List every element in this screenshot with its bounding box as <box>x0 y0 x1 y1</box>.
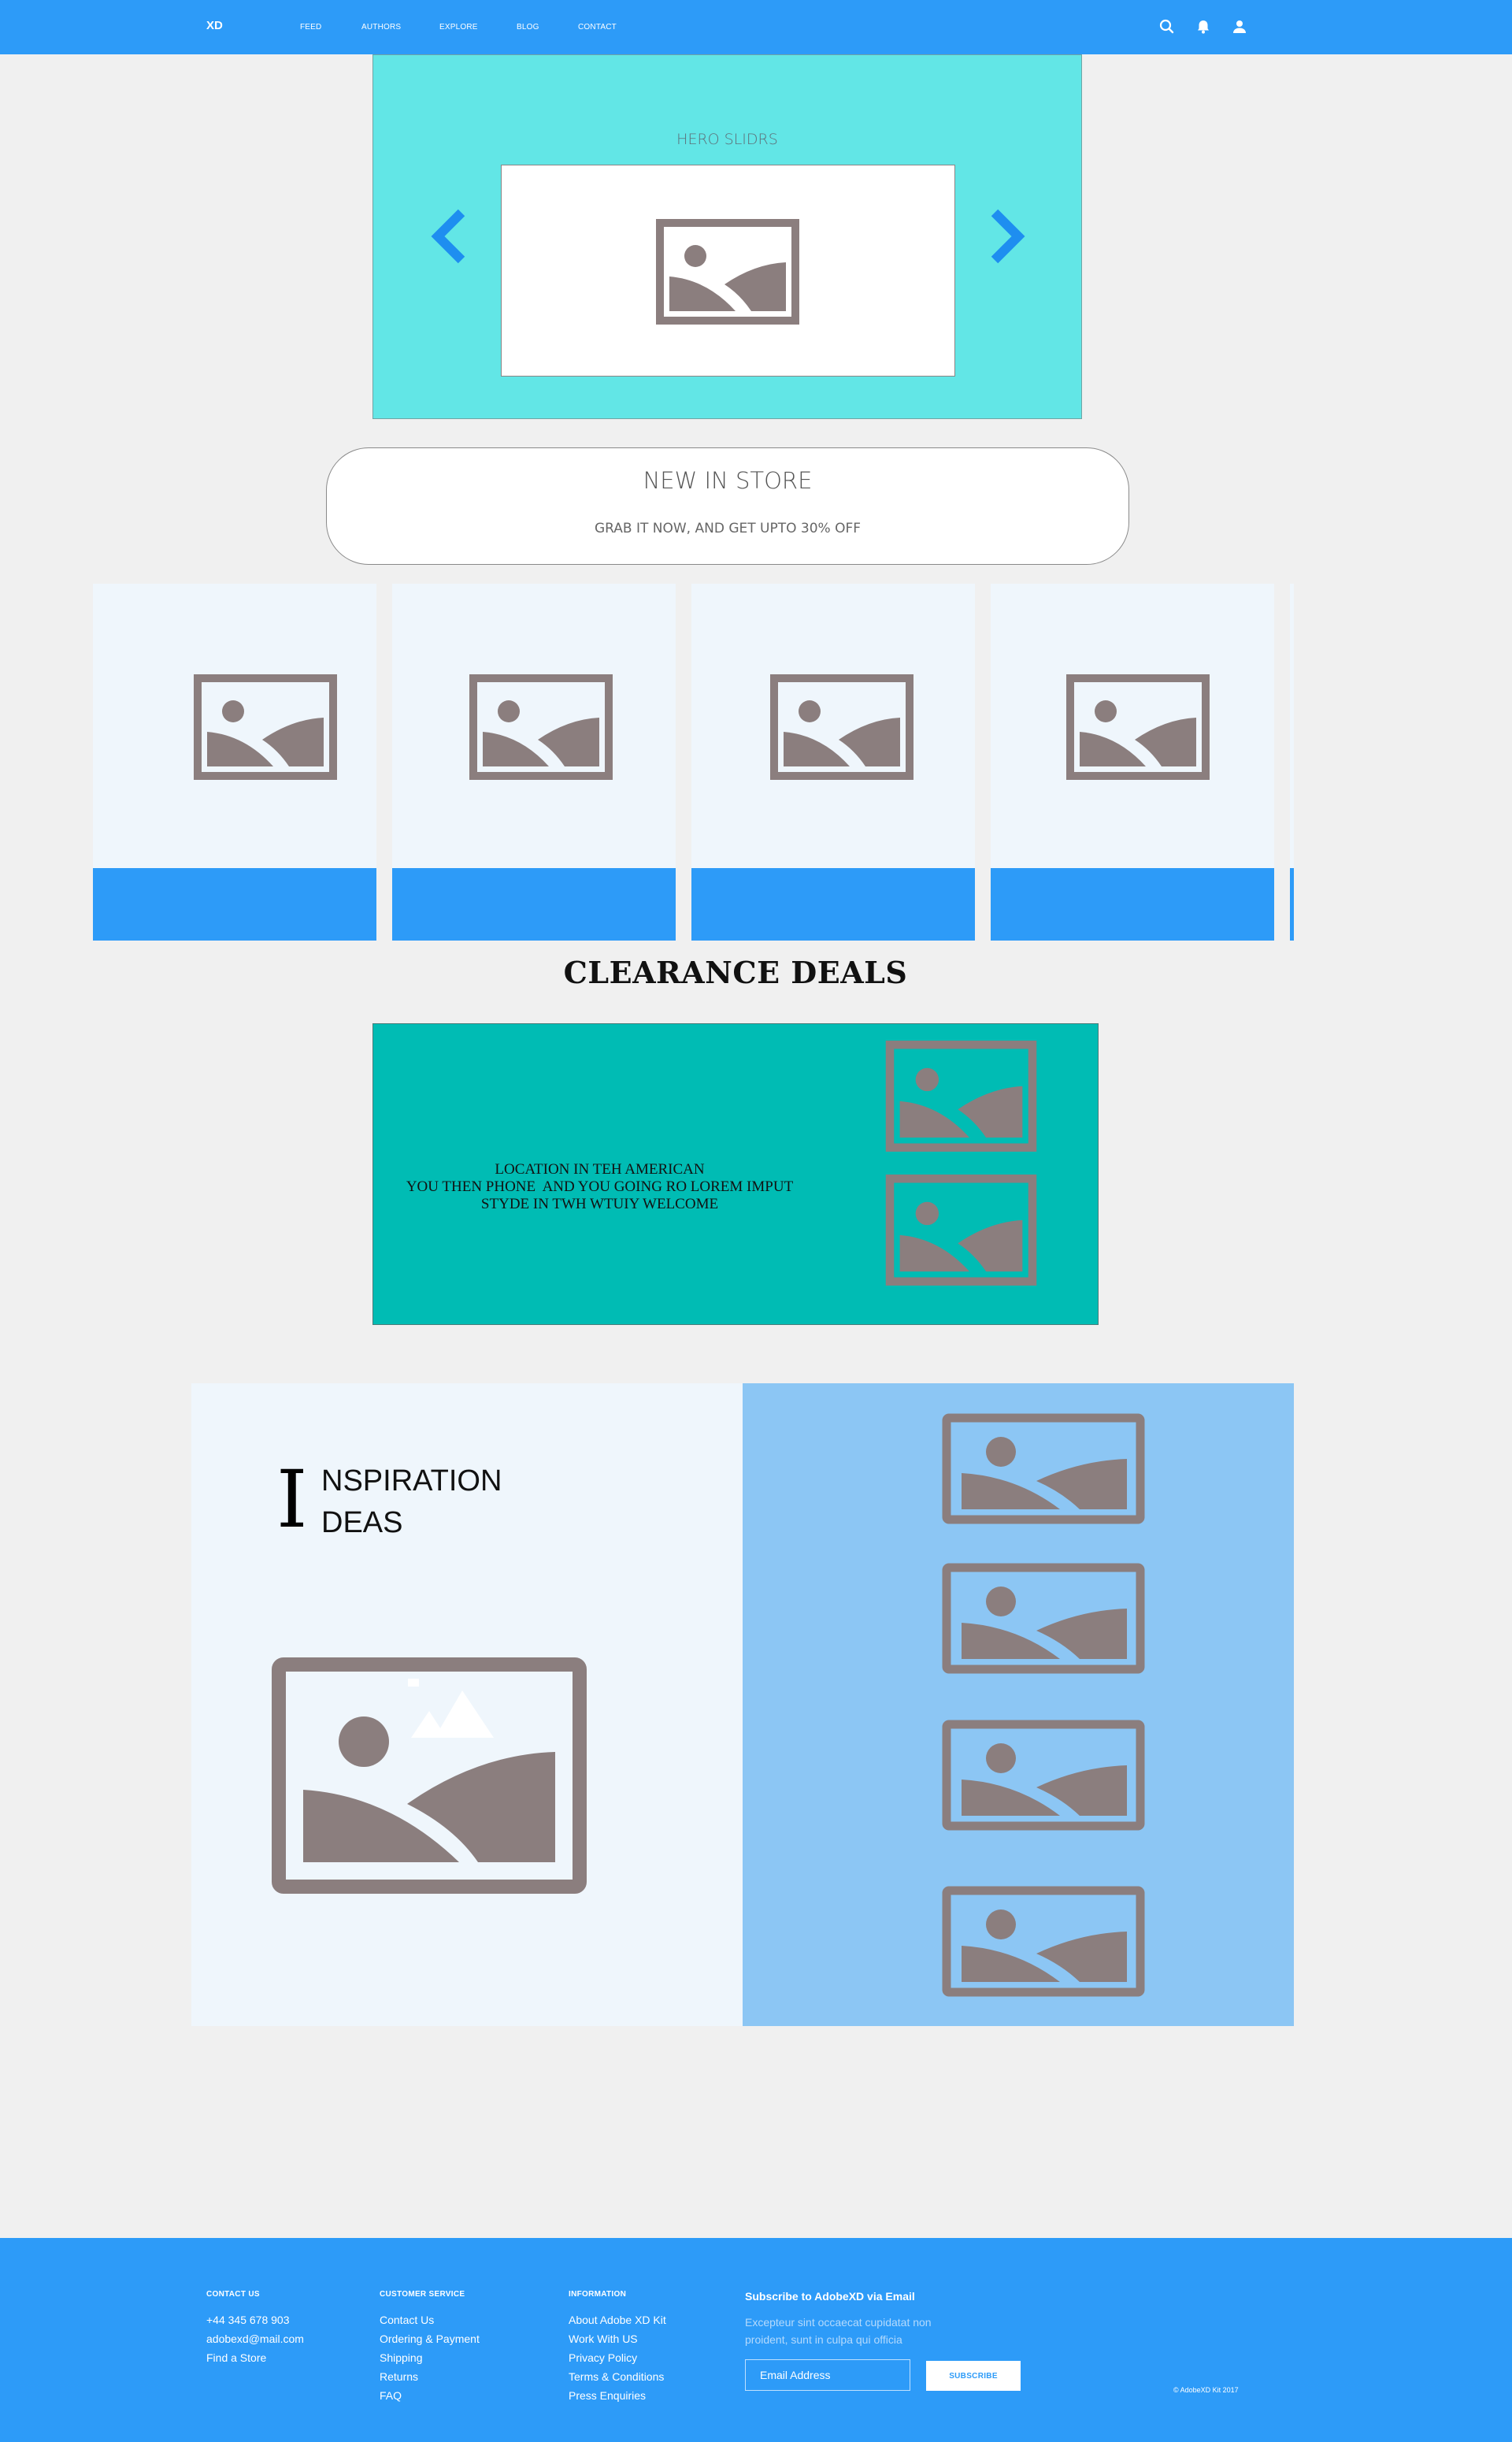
hero-title: HERO SLIDRS <box>676 131 778 148</box>
search-icon[interactable] <box>1158 17 1177 36</box>
inspiration-gallery <box>743 1383 1294 2026</box>
footer-heading-information: INFORMATION <box>569 2290 627 2299</box>
large-image-placeholder-icon <box>272 1657 587 1894</box>
image-placeholder-icon <box>942 1886 1145 1997</box>
inspiration-title-line1: NSPIRATION <box>321 1464 502 1497</box>
image-placeholder-icon <box>194 674 337 780</box>
footer-find-store[interactable]: Find a Store <box>206 2351 266 2364</box>
footer-link-work-with-us[interactable]: Work With US <box>569 2333 638 2345</box>
top-navbar: XD FEED AUTHORS EXPLORE BLOG CONTACT <box>0 0 1512 54</box>
chevron-left-icon[interactable] <box>425 205 472 268</box>
subscribe-button[interactable]: SUBSCRIBE <box>926 2361 1021 2391</box>
footer-phone[interactable]: +44 345 678 903 <box>206 2314 290 2326</box>
card-footer-bar <box>991 868 1274 941</box>
footer-heading-contact: CONTACT US <box>206 2290 260 2299</box>
inspiration-panel: I NSPIRATION DEAS <box>191 1383 743 2026</box>
image-placeholder-icon <box>656 219 799 325</box>
chevron-right-icon[interactable] <box>984 205 1031 268</box>
image-placeholder-icon <box>942 1720 1145 1831</box>
footer-email[interactable]: adobexd@mail.com <box>206 2333 304 2345</box>
hero-slider: HERO SLIDRS <box>372 54 1082 419</box>
footer-link-contact-us[interactable]: Contact Us <box>380 2314 434 2326</box>
email-field[interactable] <box>745 2359 910 2391</box>
footer-link-terms[interactable]: Terms & Conditions <box>569 2370 664 2383</box>
logo[interactable]: XD <box>206 19 223 32</box>
nav-link-feed[interactable]: FEED <box>300 23 321 32</box>
image-placeholder-icon <box>770 674 914 780</box>
nav-link-authors[interactable]: AUTHORS <box>361 23 401 32</box>
store-title: NEW IN STORE <box>643 467 813 494</box>
product-card-partial[interactable] <box>1290 584 1294 941</box>
inspiration-title-line2: DEAS <box>321 1506 403 1539</box>
image-placeholder-icon <box>942 1563 1145 1674</box>
store-subtitle: GRAB IT NOW, AND GET UPTO 30% OFF <box>594 521 862 536</box>
copyright: © AdobeXD Kit 2017 <box>1173 2386 1239 2394</box>
subscribe-title: Subscribe to AdobeXD via Email <box>745 2290 915 2303</box>
image-placeholder-icon <box>942 1413 1145 1524</box>
card-footer-bar <box>392 868 676 941</box>
hero-slide-image <box>501 165 955 377</box>
clearance-deals-panel: LOCATION IN TEH AMERICAN YOU THEN PHONE … <box>372 1023 1099 1325</box>
drop-cap: I <box>276 1453 308 1546</box>
new-in-store-banner[interactable]: NEW IN STORE GRAB IT NOW, AND GET UPTO 3… <box>326 447 1129 565</box>
nav-link-blog[interactable]: BLOG <box>517 23 539 32</box>
site-footer: CONTACT US +44 345 678 903 adobexd@mail.… <box>0 2238 1512 2442</box>
card-footer-bar <box>691 868 975 941</box>
footer-link-press[interactable]: Press Enquiries <box>569 2389 646 2402</box>
footer-link-about[interactable]: About Adobe XD Kit <box>569 2314 666 2326</box>
footer-link-ordering[interactable]: Ordering & Payment <box>380 2333 480 2345</box>
footer-link-shipping[interactable]: Shipping <box>380 2351 423 2364</box>
nav-link-explore[interactable]: EXPLORE <box>439 23 478 32</box>
image-placeholder-icon <box>885 1041 1037 1152</box>
product-card[interactable] <box>691 584 975 941</box>
footer-link-privacy[interactable]: Privacy Policy <box>569 2351 637 2364</box>
nav-link-contact[interactable]: CONTACT <box>578 23 617 32</box>
footer-link-faq[interactable]: FAQ <box>380 2389 402 2402</box>
user-icon[interactable] <box>1230 17 1249 36</box>
bell-icon[interactable] <box>1194 17 1213 36</box>
footer-heading-customer-service: CUSTOMER SERVICE <box>380 2290 465 2299</box>
product-card[interactable] <box>991 584 1274 941</box>
subscribe-description: Excepteur sint occaecat cupidatat non pr… <box>745 2316 932 2346</box>
clearance-title: CLEARANCE DEALS <box>563 955 908 990</box>
product-card[interactable] <box>392 584 676 941</box>
image-placeholder-icon <box>1066 674 1210 780</box>
product-card[interactable] <box>93 584 376 941</box>
clearance-description: LOCATION IN TEH AMERICAN YOU THEN PHONE … <box>406 1161 794 1212</box>
card-footer-bar <box>93 868 376 941</box>
image-placeholder-icon <box>469 674 613 780</box>
image-placeholder-icon <box>885 1175 1037 1286</box>
card-footer-bar <box>1290 868 1294 941</box>
footer-link-returns[interactable]: Returns <box>380 2370 418 2383</box>
